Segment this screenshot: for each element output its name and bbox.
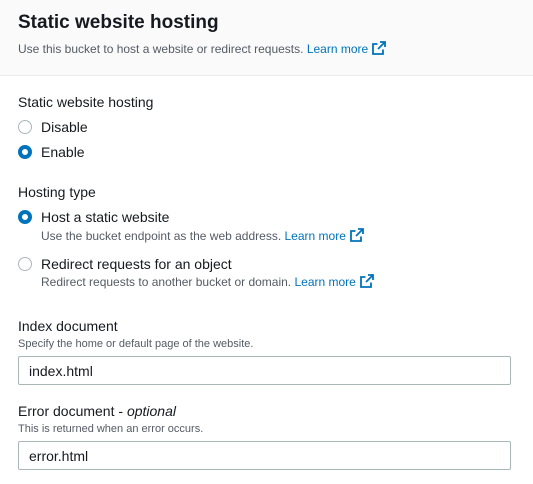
radio-redirect[interactable]: Redirect requests for an object — [18, 255, 232, 273]
external-link-icon — [372, 41, 387, 55]
redirect-description-text: Redirect requests to another bucket or d… — [41, 275, 292, 289]
external-link-icon — [359, 274, 374, 288]
error-document-description: This is returned when an error occurs. — [18, 423, 204, 435]
radio-disable-label: Disable — [41, 119, 88, 135]
host-static-description-text: Use the bucket endpoint as the web addre… — [41, 229, 282, 243]
radio-redirect-control[interactable] — [18, 257, 32, 271]
hosting-label: Static website hosting — [18, 94, 154, 110]
host-static-learn-more-link[interactable]: Learn more — [284, 228, 364, 243]
radio-enable-control[interactable] — [18, 145, 32, 159]
external-link-icon — [349, 228, 364, 242]
index-document-label: Index document — [18, 318, 118, 334]
error-document-label: Error document - optional — [18, 403, 176, 419]
radio-enable-label: Enable — [41, 144, 85, 160]
radio-disable[interactable]: Disable — [18, 118, 88, 136]
panel-description: Use this bucket to host a website or red… — [18, 41, 387, 56]
panel-title: Static website hosting — [18, 12, 219, 33]
radio-host-static-description: Use the bucket endpoint as the web addre… — [41, 228, 364, 243]
redirect-learn-more-link[interactable]: Learn more — [294, 274, 374, 289]
radio-host-static[interactable]: Host a static website — [18, 208, 169, 226]
radio-enable[interactable]: Enable — [18, 143, 85, 161]
radio-redirect-label: Redirect requests for an object — [41, 256, 232, 272]
learn-more-link[interactable]: Learn more — [306, 41, 387, 56]
hosting-type-label: Hosting type — [18, 184, 96, 200]
optional-tag: optional — [126, 403, 176, 419]
error-document-input[interactable] — [18, 441, 511, 470]
panel-description-text: Use this bucket to host a website or red… — [18, 42, 304, 56]
radio-host-static-label: Host a static website — [41, 209, 170, 225]
redirect-learn-more-label: Learn more — [294, 275, 356, 289]
radio-redirect-description: Redirect requests to another bucket or d… — [41, 274, 374, 289]
radio-host-static-control[interactable] — [18, 210, 32, 224]
index-document-description: Specify the home or default page of the … — [18, 338, 254, 350]
panel-header: Static website hosting Use this bucket t… — [0, 0, 533, 76]
radio-disable-control[interactable] — [18, 120, 32, 134]
index-document-input[interactable] — [18, 356, 511, 385]
error-document-label-text: Error document — [18, 403, 115, 419]
learn-more-label: Learn more — [306, 42, 369, 56]
host-static-learn-more-label: Learn more — [284, 229, 346, 243]
